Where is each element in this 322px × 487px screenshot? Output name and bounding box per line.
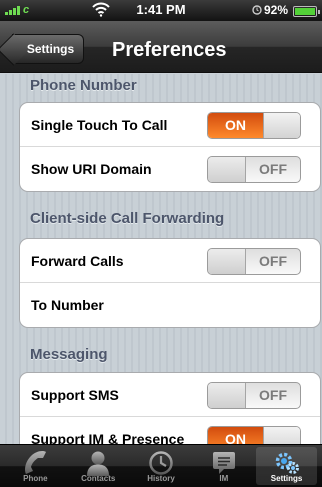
navigation-bar: Settings Preferences [0,21,322,73]
phone-icon [25,451,47,474]
chat-bubble-icon [212,452,235,474]
page-title: Preferences [112,39,227,61]
back-button[interactable]: Settings [12,34,84,64]
tab-phone[interactable]: Phone [5,447,66,485]
section-header-messaging: Messaging [30,346,108,363]
toggle-knob [263,427,300,444]
row-label: Single Touch To Call [31,116,168,133]
toggle-state-label: ON [208,427,263,444]
row-label: Support IM & Presence [31,431,185,444]
toggle-knob [263,113,300,138]
tab-settings[interactable]: Settings [256,447,317,485]
toggle-knob [208,157,246,182]
row-label: Show URI Domain [31,161,152,177]
alarm-icon [252,5,262,15]
support-im-presence-toggle[interactable]: ON [207,426,301,444]
tab-history[interactable]: History [131,447,192,485]
toggle-knob [208,249,246,274]
clock-icon [149,451,173,475]
row-single-touch-to-call: Single Touch To Call ON [20,103,320,147]
section-header-call-forwarding: Client-side Call Forwarding [30,210,225,227]
row-show-uri-domain: Show URI Domain OFF [20,147,320,191]
toggle-state-label: OFF [259,161,287,177]
row-label: Support SMS [31,386,119,403]
row-support-im-presence: Support IM & Presence ON [20,417,320,444]
battery-icon [293,6,320,17]
contacts-icon [87,451,110,476]
section-header-phone-number: Phone Number [30,77,137,94]
row-to-number[interactable]: To Number [20,283,320,327]
toggle-knob [208,383,246,408]
battery-percent: 92% [264,3,289,17]
toggle-state-label: ON [208,113,263,138]
row-label: Forward Calls [31,252,124,269]
tab-im[interactable]: IM [193,447,254,485]
preferences-list[interactable]: Phone Number Single Touch To Call ON Sho… [0,74,322,444]
status-bar: c 1:41 PM 92% [0,0,322,21]
back-button-label: Settings [26,42,75,56]
toggle-state-label: OFF [259,253,287,269]
group-call-forwarding: Forward Calls OFF To Number [19,238,321,328]
row-label: To Number [31,297,104,313]
row-support-sms: Support SMS OFF [20,373,320,417]
single-touch-to-call-toggle[interactable]: ON [207,112,301,139]
support-sms-toggle[interactable]: OFF [207,382,301,409]
show-uri-domain-toggle[interactable]: OFF [207,156,301,183]
tab-bar: Phone Contacts History IM Settings [0,444,322,487]
forward-calls-toggle[interactable]: OFF [207,248,301,275]
tab-contacts[interactable]: Contacts [68,447,129,485]
toggle-state-label: OFF [259,387,287,403]
group-messaging: Support SMS OFF Support IM & Presence ON [19,372,321,444]
gears-icon [275,452,299,474]
row-forward-calls: Forward Calls OFF [20,239,320,283]
group-phone-number: Single Touch To Call ON Show URI Domain … [19,102,321,192]
